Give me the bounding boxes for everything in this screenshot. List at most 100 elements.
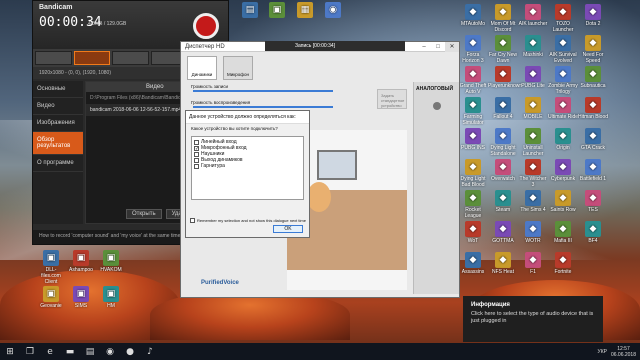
app-icon: ▣ xyxy=(73,286,89,302)
desktop-icon[interactable]: ◆ MOBILE xyxy=(518,97,548,120)
desktop-icon[interactable]: ◆ GTA Crack xyxy=(578,128,608,151)
desktop-icon-label: Mashinki xyxy=(523,52,543,58)
desktop-icon[interactable]: ◆ Cyberpunk xyxy=(548,159,578,182)
checkbox[interactable] xyxy=(194,157,199,163)
edge-icon[interactable]: e xyxy=(44,347,56,357)
desktop-icon[interactable]: ◆ Steam xyxy=(488,190,518,213)
audio-manager-taskbar-icon[interactable]: ♪ xyxy=(144,347,156,357)
desktop-icon[interactable]: ◆ TOZO Launcher xyxy=(548,4,578,33)
desktop-icon[interactable]: ◆ Assassins xyxy=(458,252,488,275)
desktop-icon[interactable]: ◆ Dying Light Standalone xyxy=(488,128,518,157)
desktop-icon[interactable]: ◆ MTAutoMo xyxy=(458,4,488,27)
record-volume-slider[interactable] xyxy=(193,90,333,92)
close-button[interactable]: ✕ xyxy=(445,42,459,52)
desktop-icon[interactable]: ◆ AIK Survival Evolved xyxy=(548,35,578,64)
desktop-icon[interactable]: ◆ Overwatch xyxy=(488,159,518,182)
app-icon: ▣ xyxy=(103,250,119,266)
maximize-button[interactable]: □ xyxy=(431,42,445,52)
desktop-icon[interactable]: ◆ Ultimate Ride xyxy=(548,97,578,120)
option-headset[interactable]: Гарнитура xyxy=(194,163,301,169)
desktop-icon[interactable]: ◆ Mafia III xyxy=(548,221,578,244)
desktop-icon[interactable]: ◆ PUBG INS xyxy=(458,128,488,151)
desktop-icon[interactable]: ◆ F1 xyxy=(518,252,548,275)
sidebar-item-about[interactable]: О программе xyxy=(33,155,83,172)
desktop-icon[interactable]: ◆ Need For Speed xyxy=(578,35,608,64)
analog-jack[interactable] xyxy=(432,102,441,110)
desktop-icon[interactable]: ◆ NFS Heat xyxy=(488,252,518,275)
desktop-icon[interactable]: ◆ PUBG Lite xyxy=(518,66,548,89)
store-icon[interactable]: ▤ xyxy=(84,347,96,357)
clock[interactable]: 12:57 06.06.2018 xyxy=(611,346,636,358)
desktop-icon[interactable]: ▣ Ashampoo xyxy=(66,250,96,273)
desktop-icon-label: Far Cry New Dawn xyxy=(488,52,518,64)
desktop-icon[interactable]: ◆ Dota 2 xyxy=(578,4,608,27)
desktop-icon[interactable]: ◆ Mashinki xyxy=(518,35,548,58)
desktop-icon[interactable]: ▤ xyxy=(235,2,265,19)
tab-microphone[interactable]: Микрофон xyxy=(223,56,253,80)
start-button[interactable]: ⊞ xyxy=(4,347,16,357)
sidebar-item-video[interactable]: Видео xyxy=(33,98,83,115)
tab-speakers[interactable]: Динамики xyxy=(187,56,217,80)
desktop-icon[interactable]: ◆ Saints Row xyxy=(548,190,578,213)
record-button[interactable] xyxy=(193,13,219,39)
desktop-icon[interactable]: ◆ Origin xyxy=(548,128,578,151)
screen-mode-button[interactable] xyxy=(73,51,111,65)
desktop-icon[interactable]: ◆ Fallout 4 xyxy=(488,97,518,120)
remember-checkbox[interactable] xyxy=(190,218,195,223)
task-view-icon[interactable]: ❐ xyxy=(24,347,36,357)
sidebar-item-output[interactable]: Обзор результатов xyxy=(33,132,83,155)
desktop-icon-label: GOTTMA xyxy=(492,238,514,244)
checkbox[interactable] xyxy=(194,151,199,157)
desktop-icon[interactable]: ◆ Grand Theft Auto V xyxy=(458,66,488,95)
device-type-dialog[interactable]: Данное устройство должно определяться ка… xyxy=(185,110,310,238)
desktop-icon[interactable]: ◆ Uninstall Launcher xyxy=(518,128,548,157)
open-button[interactable]: Открыть xyxy=(126,209,162,219)
desktop-icon[interactable]: ◉ xyxy=(318,2,348,19)
playback-volume-slider[interactable] xyxy=(193,106,333,108)
checkbox[interactable] xyxy=(194,163,199,169)
desktop-icon[interactable]: ▣ xyxy=(262,2,292,19)
desktop-icon[interactable]: ◆ The Witcher 3 xyxy=(518,159,548,188)
desktop-icon[interactable]: ◆ The Sims 4 xyxy=(518,190,548,213)
desktop-icon[interactable]: ◆ Battlefield 1 xyxy=(578,159,608,182)
desktop-icon[interactable]: ◆ Mom Of Mt Discord xyxy=(488,4,518,33)
desktop-icon[interactable]: ▣ HM xyxy=(96,286,126,309)
sidebar-item-images[interactable]: Изображения xyxy=(33,115,83,132)
desktop-icon[interactable]: ▣ Geovanie xyxy=(36,286,66,309)
file-explorer-icon[interactable]: ▬ xyxy=(64,347,76,357)
sidebar-item-general[interactable]: Основные xyxy=(33,81,83,98)
desktop-icon[interactable]: ◆ WoT xyxy=(458,221,488,244)
minimize-button[interactable]: – xyxy=(417,42,431,52)
desktop-icon[interactable]: ◆ Fortnite xyxy=(548,252,578,275)
bandicam-taskbar-icon[interactable]: ● xyxy=(124,347,136,357)
desktop-icon[interactable]: ▣ SIMS xyxy=(66,286,96,309)
desktop-icon[interactable]: ◆ Rocket League xyxy=(458,190,488,219)
desktop-icon[interactable]: ▣ HVAKOM xyxy=(96,250,126,273)
desktop-icon[interactable]: ▦ xyxy=(290,2,320,19)
desktop-icon[interactable]: ◆ BF4 xyxy=(578,221,608,244)
app-icon: ◆ xyxy=(555,221,571,237)
desktop-icon[interactable]: ◆ Playerunknown xyxy=(488,66,522,89)
ok-button[interactable]: OK xyxy=(273,225,303,233)
desktop-icon[interactable]: ◆ WOTR xyxy=(518,221,548,244)
desktop-icon[interactable]: ◆ Zombie Army Trilogy xyxy=(548,66,578,95)
tray-lang[interactable]: УКР xyxy=(598,349,607,355)
checkbox[interactable] xyxy=(194,139,199,145)
desktop-icon[interactable]: ◆ Dying Light Bad Blood xyxy=(458,159,488,188)
desktop-icon[interactable]: ◆ GOTTMA xyxy=(488,221,518,244)
desktop-icon[interactable]: ◆ Hitman Blood xyxy=(578,97,608,120)
set-default-device-button[interactable]: Задать стандартное устройство xyxy=(377,89,407,109)
desktop-icon[interactable]: ◆ Far Cry New Dawn xyxy=(488,35,518,64)
desktop-icon[interactable]: ◆ Forza Horizon 3 xyxy=(458,35,488,64)
desktop-icon[interactable]: ◆ AIK launcher xyxy=(518,4,548,27)
remember-option[interactable]: Remember my selection and not show this … xyxy=(190,218,306,223)
checkbox-checked[interactable]: ✓ xyxy=(194,145,199,151)
chrome-icon[interactable]: ◉ xyxy=(104,347,116,357)
desktop-icon[interactable]: ◆ Subnautica xyxy=(578,66,608,89)
desktop-icon[interactable]: ▣ DLL-files.com Client xyxy=(36,250,66,285)
game-mode-button[interactable] xyxy=(35,51,72,65)
device-mode-button[interactable] xyxy=(112,51,149,65)
desktop-icon[interactable]: ◆ TES xyxy=(578,190,608,213)
desktop-icon[interactable]: ◆ Farming Simulator xyxy=(458,97,488,126)
notification-toast[interactable]: Информация Click here to select the type… xyxy=(463,296,603,342)
